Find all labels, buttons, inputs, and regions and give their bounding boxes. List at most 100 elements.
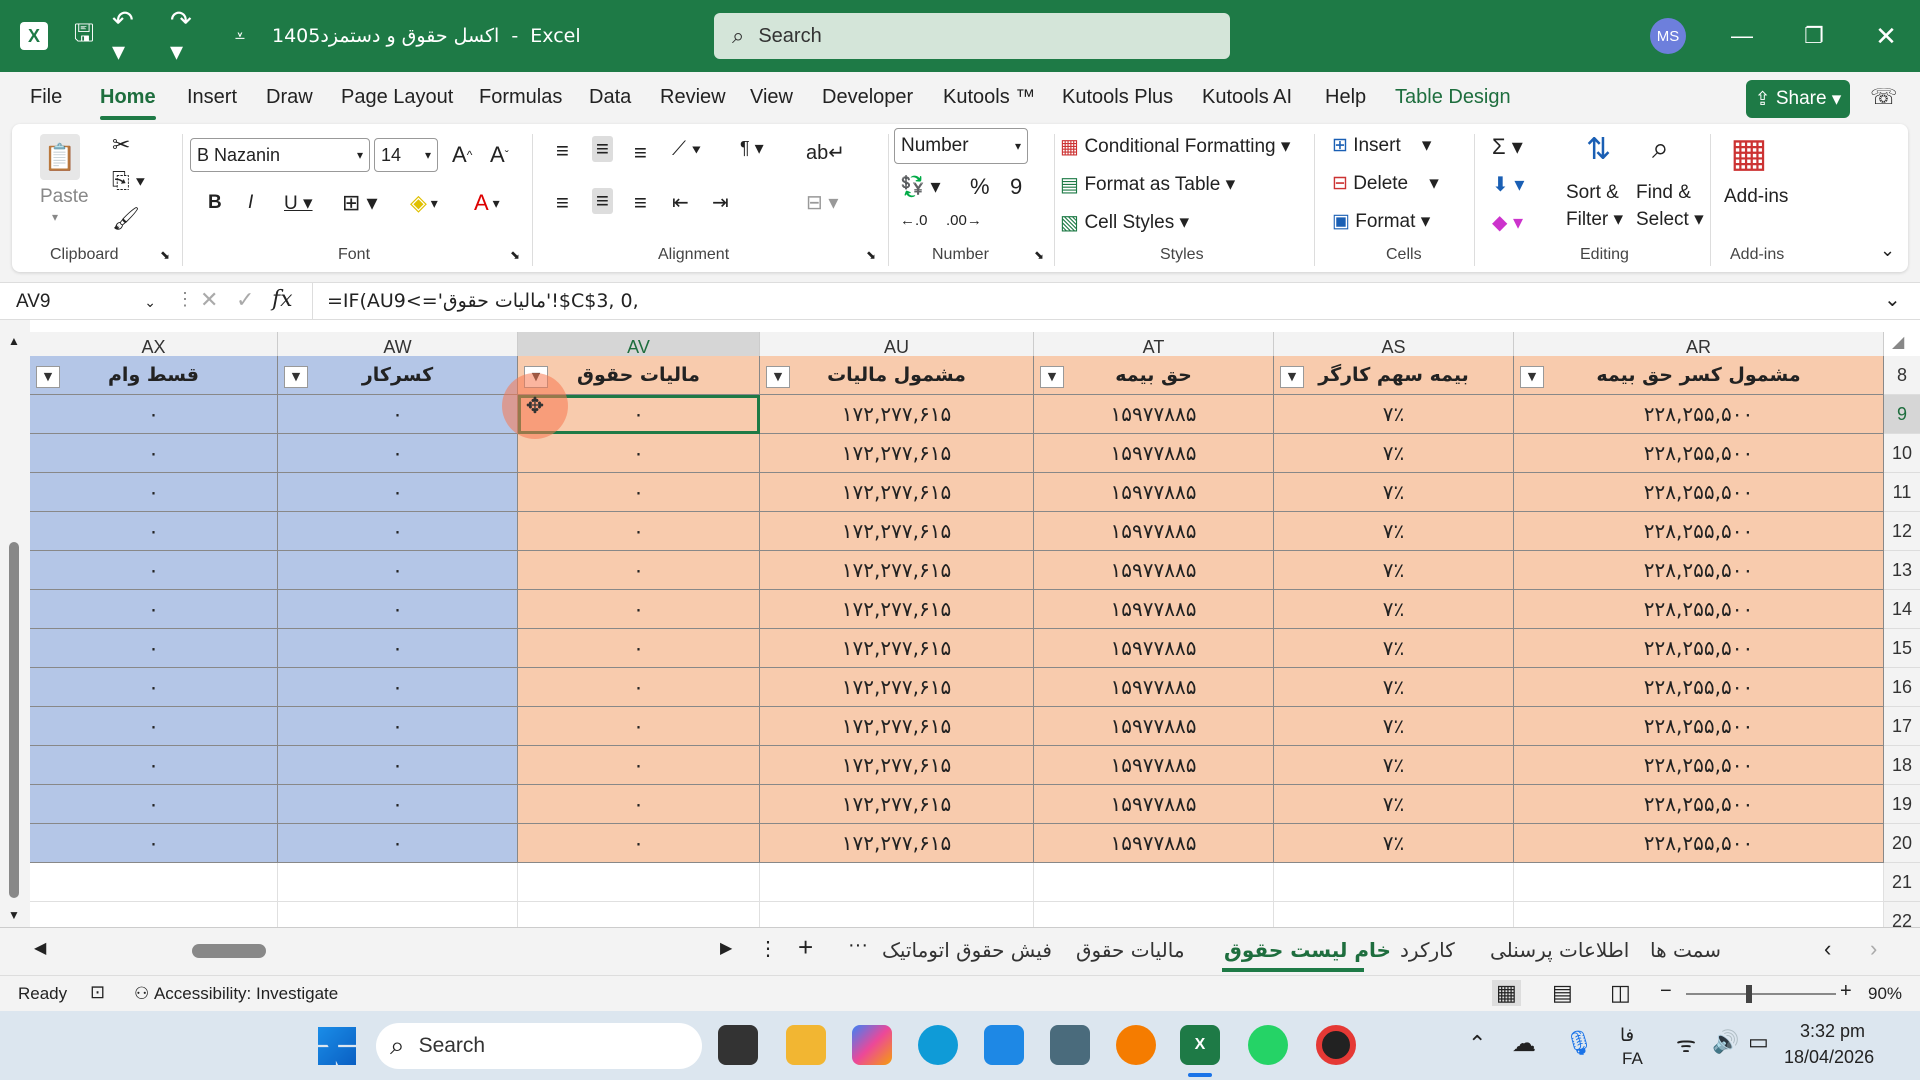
battery-icon[interactable]: ▭	[1748, 1029, 1769, 1055]
scroll-up-icon[interactable]: ▲	[8, 334, 20, 348]
cell-worker-insurance-share[interactable]: ۷٪	[1274, 434, 1514, 473]
sheet-tab-attendance[interactable]: کارکرد	[1400, 938, 1455, 962]
cell-taxable-income[interactable]: ۱۷۲,۲۷۷,۶۱۵	[760, 590, 1034, 629]
tab-page-layout[interactable]: Page Layout	[341, 86, 453, 109]
cell-taxable-income[interactable]: ۱۷۲,۲۷۷,۶۱۵	[760, 668, 1034, 707]
empty-cell[interactable]	[278, 863, 518, 902]
cell-insurance-premium[interactable]: ۱۵۹۷۷۸۸۵	[1034, 785, 1274, 824]
cell-salary-tax[interactable]: ۰	[518, 707, 760, 746]
tab-review[interactable]: Review	[660, 86, 726, 109]
zoom-in-icon[interactable]: +	[1840, 980, 1852, 1003]
tab-table-design[interactable]: Table Design	[1395, 86, 1511, 109]
cell-worker-insurance-share[interactable]: ۷٪	[1274, 512, 1514, 551]
cell-loan-installment[interactable]: ۰	[30, 512, 278, 551]
add-ins-button[interactable]: Add-ins	[1724, 186, 1788, 208]
cell-insurance-premium[interactable]: ۱۵۹۷۷۸۸۵	[1034, 824, 1274, 863]
wifi-icon[interactable]: ᯤ	[1676, 1029, 1696, 1059]
zoom-level[interactable]: 90%	[1868, 984, 1902, 1004]
cell-insurance-base[interactable]: ۲۲۸,۲۵۵,۵۰۰	[1514, 551, 1884, 590]
volume-icon[interactable]: 🔊	[1712, 1029, 1739, 1055]
empty-cell[interactable]	[518, 902, 760, 927]
delete-cells-button[interactable]: ⊟ Delete ▾	[1332, 172, 1439, 195]
onedrive-icon[interactable]: ☁	[1512, 1029, 1536, 1058]
header-worker-insurance-share[interactable]: بیمه سهم کارگر ▼	[1274, 356, 1514, 395]
search-box[interactable]: ⌕ Search	[714, 13, 1230, 59]
cell-taxable-income[interactable]: ۱۷۲,۲۷۷,۶۱۵	[760, 785, 1034, 824]
scroll-left-icon[interactable]: ◀	[34, 938, 46, 958]
cell-insurance-base[interactable]: ۲۲۸,۲۵۵,۵۰۰	[1514, 395, 1884, 434]
cell-loan-installment[interactable]: ۰	[30, 785, 278, 824]
next-sheet-icon[interactable]: ›	[1870, 936, 1877, 962]
cell-worker-insurance-share[interactable]: ۷٪	[1274, 551, 1514, 590]
header-loan-installment[interactable]: قسط وام ▼	[30, 356, 278, 395]
row-number[interactable]: 8	[1884, 356, 1920, 395]
cell-loan-installment[interactable]: ۰	[30, 551, 278, 590]
sort-filter-label[interactable]: Sort &	[1566, 182, 1619, 204]
worksheet-grid[interactable]: ▲ ▼ AX AW AV AU AT AS AR قسط وام ▼ کسرکار ▼ مالیات…	[0, 320, 1920, 927]
add-sheet-icon[interactable]: +	[798, 932, 813, 963]
prev-sheet-icon[interactable]: ‹	[1824, 936, 1831, 962]
alignment-launcher-icon[interactable]: ⬊	[866, 248, 876, 262]
expand-formula-icon[interactable]: ⌄	[1884, 287, 1901, 312]
tab-formulas[interactable]: Formulas	[479, 86, 562, 109]
cell-worker-insurance-share[interactable]: ۷٪	[1274, 629, 1514, 668]
align-center-icon[interactable]: ≡	[592, 188, 613, 214]
cell-insurance-premium[interactable]: ۱۵۹۷۷۸۸۵	[1034, 395, 1274, 434]
cell-salary-tax[interactable]: ۰	[518, 434, 760, 473]
empty-cell[interactable]	[1274, 902, 1514, 927]
split-handle-icon[interactable]: ⋮	[758, 936, 778, 961]
cell-insurance-base[interactable]: ۲۲۸,۲۵۵,۵۰۰	[1514, 629, 1884, 668]
font-size-select[interactable]: 14 ▾	[374, 138, 438, 172]
cell-taxable-income[interactable]: ۱۷۲,۲۷۷,۶۱۵	[760, 707, 1034, 746]
row-number[interactable]: 19	[1884, 785, 1920, 824]
cell-salary-tax[interactable]: ۰	[518, 668, 760, 707]
format-cells-button[interactable]: ▣ Format ▾	[1332, 210, 1430, 233]
align-top-icon[interactable]: ≡	[556, 138, 569, 164]
borders-icon[interactable]: ⊞ ▾	[342, 190, 378, 216]
cell-insurance-premium[interactable]: ۱۵۹۷۷۸۸۵	[1034, 707, 1274, 746]
cell-salary-tax[interactable]: ۰	[518, 551, 760, 590]
cell-insurance-premium[interactable]: ۱۵۹۷۷۸۸۵	[1034, 434, 1274, 473]
cell-insurance-base[interactable]: ۲۲۸,۲۵۵,۵۰۰	[1514, 473, 1884, 512]
cell-deductions[interactable]: ۰	[278, 395, 518, 434]
page-break-view-icon[interactable]: ◫	[1610, 980, 1631, 1006]
cell-insurance-premium[interactable]: ۱۵۹۷۷۸۸۵	[1034, 590, 1274, 629]
fill-icon[interactable]: ⬇ ▾	[1492, 172, 1524, 197]
paste-icon[interactable]: 📋	[40, 134, 80, 180]
cell-insurance-premium[interactable]: ۱۵۹۷۷۸۸۵	[1034, 746, 1274, 785]
photos-icon[interactable]	[1050, 1025, 1090, 1065]
header-taxable-income[interactable]: مشمول مالیات ▼	[760, 356, 1034, 395]
undo-icon[interactable]: ↶ ▾	[112, 5, 152, 66]
taskbar-search[interactable]: ⌕ Search	[376, 1023, 702, 1069]
language-indicator[interactable]: FA	[1622, 1049, 1643, 1069]
find-select-label[interactable]: Find &	[1636, 182, 1691, 204]
select-dropdown[interactable]: Select ▾	[1636, 208, 1704, 231]
cell-salary-tax[interactable]: ۰	[518, 473, 760, 512]
number-format-select[interactable]: Number ▾	[894, 128, 1028, 164]
font-color-icon[interactable]: A ▾	[474, 190, 500, 216]
cancel-icon[interactable]: ✕	[200, 287, 218, 313]
scrollbar-thumb[interactable]	[9, 542, 19, 898]
filter-dropdown-icon[interactable]: ▼	[1280, 366, 1304, 388]
cell-worker-insurance-share[interactable]: ۷٪	[1274, 785, 1514, 824]
cell-taxable-income[interactable]: ۱۷۲,۲۷۷,۶۱۵	[760, 434, 1034, 473]
cell-taxable-income[interactable]: ۱۷۲,۲۷۷,۶۱۵	[760, 629, 1034, 668]
cell-deductions[interactable]: ۰	[278, 629, 518, 668]
cell-worker-insurance-share[interactable]: ۷٪	[1274, 395, 1514, 434]
align-bottom-icon[interactable]: ≡	[634, 140, 647, 166]
tab-home[interactable]: Home	[100, 86, 156, 109]
bold-icon[interactable]: B	[208, 192, 222, 214]
tab-kutools-plus[interactable]: Kutools Plus	[1062, 86, 1173, 109]
cell-deductions[interactable]: ۰	[278, 590, 518, 629]
cell-salary-tax[interactable]: ۰	[518, 629, 760, 668]
row-number[interactable]: 13	[1884, 551, 1920, 590]
redo-icon[interactable]: ↷ ▾	[170, 5, 210, 66]
copy-icon[interactable]: ⎘ ▾	[112, 168, 145, 194]
cell-deductions[interactable]: ۰	[278, 746, 518, 785]
sheet-tab-salary-tax[interactable]: مالیات حقوق	[1076, 938, 1185, 962]
sheet-tab-auto-payslip[interactable]: فیش حقوق اتوماتیک	[882, 938, 1052, 962]
cell-insurance-base[interactable]: ۲۲۸,۲۵۵,۵۰۰	[1514, 824, 1884, 863]
clear-icon[interactable]: ◆ ▾	[1492, 210, 1523, 235]
cell-worker-insurance-share[interactable]: ۷٪	[1274, 590, 1514, 629]
font-launcher-icon[interactable]: ⬊	[510, 248, 520, 262]
